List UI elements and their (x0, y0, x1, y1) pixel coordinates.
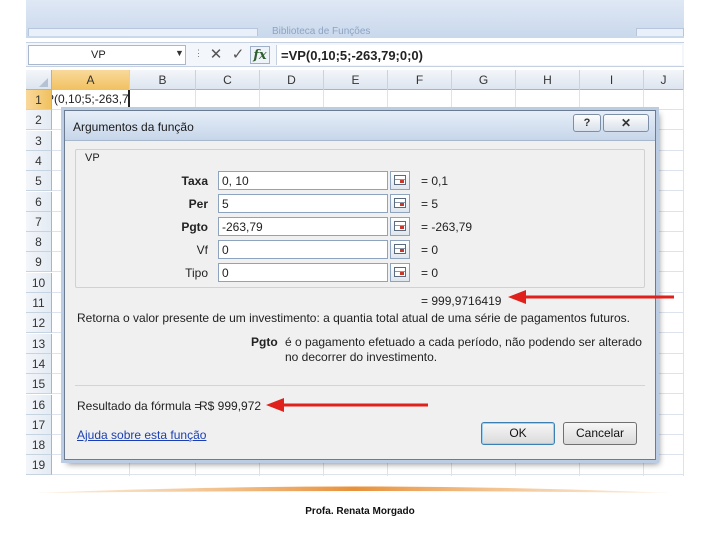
formula-result-value: R$ 999,972 (199, 399, 262, 413)
row-header-6[interactable]: 6 (26, 191, 52, 212)
arg-result-per: = 5 (421, 197, 439, 211)
check-icon[interactable]: ✓ (229, 46, 247, 64)
param-name: Pgto (251, 335, 278, 349)
arg-label-tipo: Tipo (185, 266, 208, 280)
arg-result-tipo: = 0 (421, 266, 439, 280)
formula-result-label: Resultado da fórmula = (77, 399, 202, 413)
range-select-icon (394, 244, 406, 254)
column-header-c[interactable]: C (196, 70, 260, 90)
dialog-titlebar[interactable]: Argumentos da função ? ✕ (65, 111, 655, 141)
arg-input-tipo[interactable]: 0 (218, 263, 388, 282)
column-header-a[interactable]: A (52, 70, 130, 90)
arrow-to-total-result (508, 290, 674, 304)
collapse-dialog-button[interactable] (390, 240, 410, 259)
row-header-16[interactable]: 16 (26, 394, 52, 415)
row-header-14[interactable]: 14 (26, 353, 52, 374)
column-header-b[interactable]: B (130, 70, 196, 90)
cell-a1-text: =VP(0,10;5;-263,79;0;0) (52, 92, 129, 106)
dialog-title: Argumentos da função (73, 120, 194, 134)
arrow-to-formula-result (266, 398, 428, 412)
ribbon-group-label: Biblioteca de Funções (272, 26, 371, 36)
column-header-e[interactable]: E (324, 70, 388, 90)
arg-input-taxa[interactable]: 0, 10 (218, 171, 388, 190)
row-header-4[interactable]: 4 (26, 150, 52, 171)
help-button[interactable]: ? (573, 114, 601, 132)
formula-input[interactable]: =VP(0,10;5;-263,79;0;0) (276, 45, 682, 65)
cancel-x-icon[interactable]: ✕ (207, 46, 225, 64)
arg-input-per[interactable]: 5 (218, 194, 388, 213)
arg-input-vf[interactable]: 0 (218, 240, 388, 259)
cancel-button[interactable]: Cancelar (563, 422, 637, 445)
column-header-g[interactable]: G (452, 70, 516, 90)
arg-label-vf: Vf (196, 243, 208, 257)
name-box-value: VP (91, 49, 106, 61)
arg-input-pgto[interactable]: -263,79 (218, 217, 388, 236)
close-button[interactable]: ✕ (603, 114, 649, 132)
collapse-dialog-button[interactable] (390, 171, 410, 190)
row-header-17[interactable]: 17 (26, 414, 52, 435)
arg-label-per: Per (188, 197, 208, 211)
ok-button[interactable]: OK (481, 422, 555, 445)
chevron-down-icon[interactable]: ▼ (175, 48, 184, 58)
row-header-3[interactable]: 3 (26, 130, 52, 151)
row-header-15[interactable]: 15 (26, 374, 52, 395)
name-box[interactable]: VP ▼ (28, 45, 186, 65)
footer-swoosh (36, 486, 672, 493)
row-header-5[interactable]: 5 (26, 171, 52, 192)
column-header-f[interactable]: F (388, 70, 452, 90)
row-header-1[interactable]: 1 (26, 90, 52, 110)
footer-author: Profa. Renata Morgado (305, 506, 415, 517)
column-header-d[interactable]: D (260, 70, 324, 90)
range-select-icon (394, 267, 406, 277)
range-select-icon (394, 175, 406, 185)
column-header-h[interactable]: H (516, 70, 580, 90)
cell-a1[interactable]: =VP(0,10;5;-263,79;0;0) (52, 90, 130, 110)
row-header-13[interactable]: 13 (26, 333, 52, 354)
arg-label-taxa: Taxa (181, 174, 208, 188)
grid-row-line (52, 474, 684, 476)
arg-result-vf: = 0 (421, 243, 439, 257)
ribbon-group-left (28, 28, 258, 36)
row-header-11[interactable]: 11 (26, 293, 52, 313)
row-header-8[interactable]: 8 (26, 232, 52, 253)
select-all-button[interactable] (26, 70, 52, 90)
ribbon-group-right (636, 28, 684, 36)
arg-result-taxa: = 0,1 (421, 174, 449, 188)
collapse-dialog-button[interactable] (390, 217, 410, 236)
range-select-icon (394, 221, 406, 231)
row-header-19[interactable]: 19 (26, 455, 52, 476)
formula-bar: VP ▼ ⋮ ✕ ✓ fx =VP(0,10;5;-263,79;0;0) (26, 42, 684, 67)
function-description: Retorna o valor presente de um investime… (77, 311, 630, 325)
row-header-9[interactable]: 9 (26, 252, 52, 273)
row-header-10[interactable]: 10 (26, 272, 52, 293)
param-description: é o pagamento efetuado a cada período, n… (285, 335, 642, 364)
help-link[interactable]: Ajuda sobre esta função (77, 428, 206, 442)
arg-label-pgto: Pgto (181, 220, 208, 234)
column-header-j[interactable]: J (644, 70, 684, 90)
collapse-dialog-button[interactable] (390, 194, 410, 213)
row-header-18[interactable]: 18 (26, 435, 52, 456)
dialog-divider (75, 385, 645, 386)
column-header-i[interactable]: I (580, 70, 644, 90)
row-header-2[interactable]: 2 (26, 110, 52, 131)
range-select-icon (394, 198, 406, 208)
total-result: = 999,9716419 (421, 294, 502, 308)
select-all-icon (39, 78, 48, 87)
arg-result-pgto: = -263,79 (421, 220, 473, 234)
row-header-12[interactable]: 12 (26, 313, 52, 334)
formula-text: =VP(0,10;5;-263,79;0;0) (281, 48, 423, 63)
function-name-label: VP (83, 152, 102, 164)
grid-column-line (683, 90, 684, 476)
insert-function-button[interactable]: fx (250, 46, 270, 64)
collapse-dialog-button[interactable] (390, 263, 410, 282)
grip-icon: ⋮ (194, 48, 203, 58)
row-header-7[interactable]: 7 (26, 211, 52, 232)
